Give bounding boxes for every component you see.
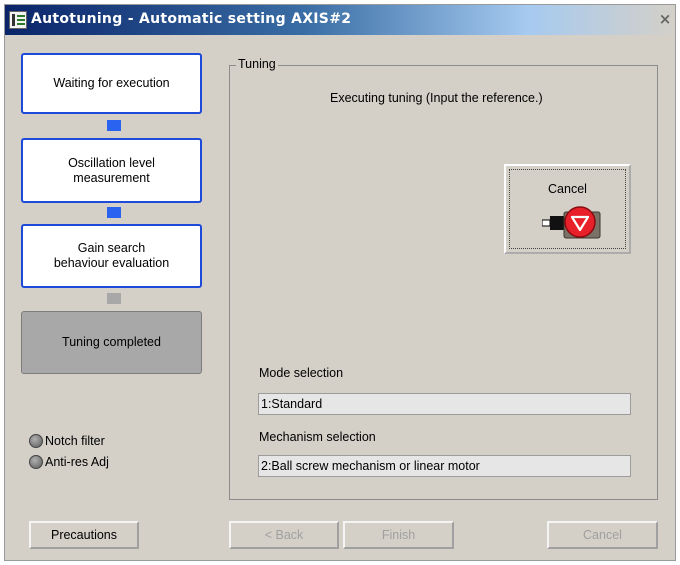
step-tuning-completed: Tuning completed	[21, 311, 202, 374]
mechanism-selection-field: 2:Ball screw mechanism or linear motor	[258, 455, 631, 477]
mode-selection-field: 1:Standard	[258, 393, 631, 415]
step-waiting-for-execution: Waiting for execution	[21, 53, 202, 114]
indicator-lamp-icon	[29, 434, 43, 448]
app-icon	[9, 11, 27, 29]
mode-selection-label: Mode selection	[259, 366, 344, 380]
finish-label: Finish	[381, 528, 416, 542]
finish-button[interactable]: Finish	[343, 521, 454, 549]
step-connector	[107, 293, 121, 304]
tuning-legend: Tuning	[236, 57, 278, 71]
step-gain-search: Gain search behaviour evaluation	[21, 224, 202, 288]
notch-filter-label: Notch filter	[45, 434, 105, 448]
back-button[interactable]: < Back	[229, 521, 339, 549]
mechanism-selection-label: Mechanism selection	[259, 430, 376, 444]
tuning-status: Executing tuning (Input the reference.)	[330, 91, 543, 105]
notch-filter-indicator: Notch filter	[29, 433, 105, 449]
cancel-label: Cancel	[583, 528, 622, 542]
step-connector	[107, 207, 121, 218]
close-button[interactable]: ×	[657, 12, 673, 28]
cancel-tuning-label: Cancel	[548, 182, 587, 196]
anti-res-adj-indicator: Anti-res Adj	[29, 454, 109, 470]
back-label: < Back	[264, 528, 304, 542]
precautions-button[interactable]: Precautions	[29, 521, 139, 549]
window-title: Autotuning - Automatic setting AXIS#2	[31, 11, 352, 27]
indicator-lamp-icon	[29, 455, 43, 469]
cancel-button[interactable]: Cancel	[547, 521, 658, 549]
step-oscillation-level-measurement: Oscillation level measurement	[21, 138, 202, 203]
step-connector	[107, 120, 121, 131]
anti-res-adj-label: Anti-res Adj	[45, 455, 109, 469]
cancel-tuning-button[interactable]: Cancel	[504, 164, 631, 254]
stop-motor-icon	[542, 206, 601, 239]
title-bar[interactable]: Autotuning - Automatic setting AXIS#2 ×	[5, 5, 675, 35]
